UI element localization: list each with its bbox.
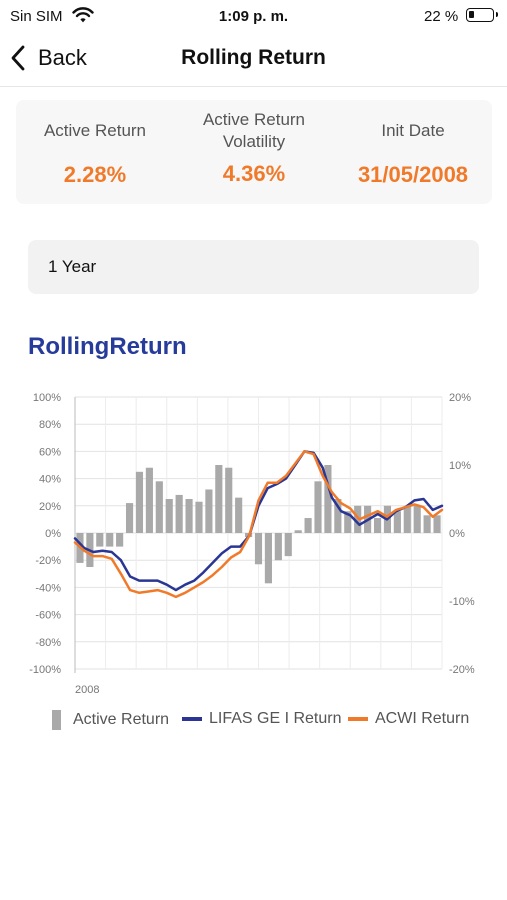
active-return-bar [314,481,322,533]
battery-percent: 22 % [424,8,459,25]
page-title: Rolling Return [181,46,326,69]
period-selector[interactable]: 1 Year [28,240,479,294]
status-bar: Sin SIM 1:09 p. m. 22 % [0,0,507,32]
battery-icon [466,8,498,22]
active-return-bar [195,501,203,533]
legend-label: LIFAS GE I Return [209,710,342,727]
active-return-bar [403,505,411,533]
y-right-tick-label: 10% [449,460,471,472]
active-return-bar [264,533,272,584]
summary-card: Active Return 2.28% Active Return Volati… [16,100,492,204]
active-return-bar [235,497,243,533]
y-left-tick-label: 20% [39,501,61,513]
legend-item: ACWI Return [348,710,469,728]
active-return-bar [116,533,124,547]
volatility-value: 4.36% [222,161,286,186]
active-return-bar [254,533,263,565]
legend-item: Active Return [52,710,169,730]
period-selected-value: 1 Year [48,257,97,276]
active-return-value: 2.28% [63,162,127,187]
active-return-label: Active Return [43,121,147,140]
y-left-tick-label: 80% [39,419,61,431]
active-return-bar [294,530,302,533]
active-return-bar [185,499,193,533]
legend-label: ACWI Return [375,710,470,727]
init-date-stat: Init Date 31/05/2008 [334,100,492,188]
y-right-tick-label: -20% [449,664,475,676]
legend-swatch [182,717,202,721]
y-left-tick-label: 100% [33,392,61,404]
active-return-bar [304,518,312,533]
active-return-bar [413,505,421,533]
active-return-bar [106,533,114,547]
y-right-tick-label: -10% [449,596,475,608]
active-return-bar [205,489,213,533]
y-right-tick-label: 20% [449,392,471,404]
active-return-bar [393,511,401,533]
y-right-tick-label: 0% [449,528,465,540]
init-date-label: Init Date [381,121,445,140]
init-date-value: 31/05/2008 [357,162,469,187]
active-return-bar [373,518,382,533]
active-return-bar [145,467,153,533]
y-left-tick-label: 40% [39,474,61,486]
y-left-tick-label: -80% [35,637,61,649]
x-tick-label: 2008 [75,684,99,696]
y-left-tick-label: -60% [35,610,61,622]
navigation-bar: Back Rolling Return [0,32,507,87]
legend-label: Active Return [73,711,170,728]
active-return-bar [225,467,233,533]
legend-item: LIFAS GE I Return [182,710,342,728]
y-left-tick-label: 60% [39,446,61,458]
active-return-bar [284,533,292,557]
y-left-tick-label: -20% [35,555,61,567]
active-return-bar [274,533,282,561]
active-return-bar [433,515,441,533]
active-return-bar [165,499,173,533]
active-return-bar [155,481,163,533]
y-left-tick-label: 0% [45,528,61,540]
active-return-bar [135,471,144,533]
active-return-bar [125,503,134,533]
volatility-stat: Active Return Volatility 4.36% [175,100,333,187]
legend-swatch [348,717,368,721]
legend-swatch [52,710,61,730]
active-return-bar [215,465,223,533]
chart-title: RollingReturn [28,333,187,360]
chart-legend: Active Return LIFAS GE I Return ACWI Retur… [50,710,490,736]
active-return-bar [175,494,183,533]
volatility-label-line2: Volatility [222,132,286,151]
y-left-tick-label: -40% [35,582,61,594]
rolling-return-chart: 100% 80% 60% 40% 20% 0% -20% -40% -60% -80% -100% 2… [29,392,475,696]
volatility-label-line1: Active Return [202,110,306,129]
active-return-stat: Active Return 2.28% [16,100,174,188]
y-left-tick-label: -100% [29,664,61,676]
active-return-bar [423,515,431,533]
active-return-bar [96,533,104,547]
